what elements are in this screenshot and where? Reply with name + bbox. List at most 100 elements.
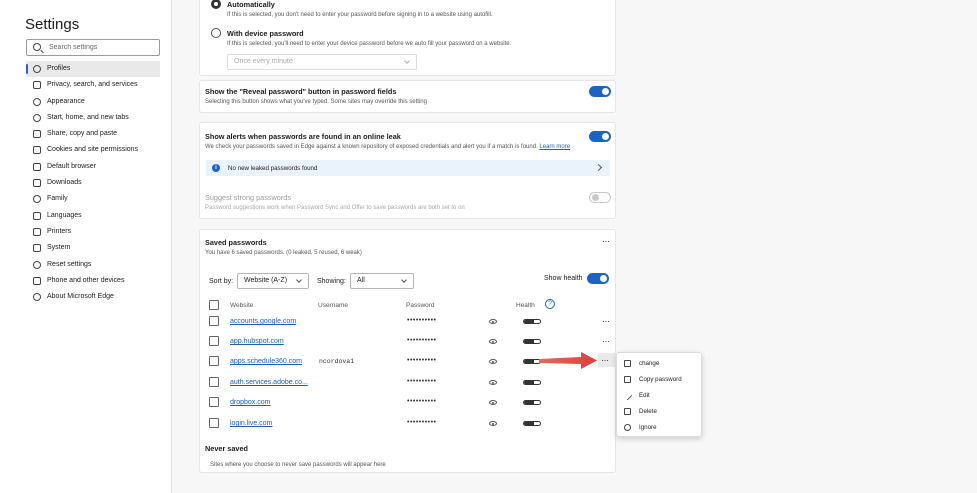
menu-item-copy-password[interactable]: Copy password xyxy=(617,372,703,388)
sidebar-item-family[interactable]: Family xyxy=(26,191,160,207)
sort-label: Sort by: xyxy=(209,278,234,285)
menu-item-label: change xyxy=(639,360,660,367)
site-link[interactable]: auth.services.adobe.co... xyxy=(230,379,308,386)
row-checkbox[interactable] xyxy=(209,336,219,346)
search-input[interactable] xyxy=(49,41,157,54)
auto-radio[interactable] xyxy=(211,0,221,9)
showing-select[interactable]: All xyxy=(350,273,414,289)
power-icon xyxy=(33,113,41,122)
block-icon xyxy=(624,424,631,431)
sidebar-item-label: Privacy, search, and services xyxy=(47,81,138,89)
device-label: With device password xyxy=(227,29,304,38)
show-password-icon[interactable] xyxy=(489,421,497,426)
health-indicator xyxy=(523,400,541,405)
copy-icon xyxy=(624,376,631,383)
row-more-icon[interactable]: ··· xyxy=(598,353,616,367)
show-password-icon[interactable] xyxy=(489,380,497,385)
row-checkbox[interactable] xyxy=(209,418,219,428)
chevron-right-icon xyxy=(594,163,603,172)
never-saved-title: Never saved xyxy=(205,444,249,453)
row-checkbox[interactable] xyxy=(209,316,219,326)
autofill-card: Automatically If this is selected, you d… xyxy=(199,0,616,76)
col-username: Username xyxy=(318,302,348,309)
sidebar-item-default-browser[interactable]: Default browser xyxy=(26,159,160,175)
showing-value: All xyxy=(357,277,365,284)
menu-item-change[interactable]: change xyxy=(617,356,703,372)
menu-item-ignore[interactable]: Ignore xyxy=(617,420,703,436)
sidebar-item-share-copy[interactable]: Share, copy and paste xyxy=(26,126,160,142)
site-link[interactable]: app.hubspot.com xyxy=(230,338,284,345)
site-link[interactable]: accounts.google.com xyxy=(230,318,296,325)
health-indicator xyxy=(523,319,541,324)
select-all-checkbox[interactable] xyxy=(209,300,219,310)
search-box[interactable] xyxy=(26,39,160,56)
sidebar-item-appearance[interactable]: Appearance xyxy=(26,94,160,110)
trash-icon xyxy=(624,408,631,415)
sidebar-item-system[interactable]: System xyxy=(26,240,160,256)
info-icon: i xyxy=(212,164,220,172)
learn-more-link[interactable]: Learn more xyxy=(539,144,570,150)
reveal-toggle[interactable] xyxy=(589,86,611,97)
show-password-icon[interactable] xyxy=(489,400,497,405)
suggest-desc: Password suggestions work when Password … xyxy=(205,205,465,211)
sidebar-item-reset[interactable]: Reset settings xyxy=(26,257,160,273)
sidebar-item-cookies[interactable]: Cookies and site permissions xyxy=(26,142,160,158)
sidebar-item-label: Cookies and site permissions xyxy=(47,146,139,154)
show-password-icon[interactable] xyxy=(489,359,497,364)
site-link[interactable]: dropbox.com xyxy=(230,399,270,406)
sidebar-item-printers[interactable]: Printers xyxy=(26,224,160,240)
saved-more-icon[interactable]: ··· xyxy=(602,237,610,246)
sidebar-item-about[interactable]: About Microsoft Edge xyxy=(26,289,160,305)
reveal-title: Show the "Reveal password" button in pas… xyxy=(205,87,397,96)
sort-value: Website (A-Z) xyxy=(244,277,288,284)
password-context-menu: change Copy password Edit Delete Ignore xyxy=(616,352,702,437)
suggest-toggle xyxy=(589,192,611,203)
show-password-icon[interactable] xyxy=(489,319,497,324)
menu-item-delete[interactable]: Delete xyxy=(617,404,703,420)
sidebar-item-label: Printers xyxy=(47,227,72,235)
row-checkbox[interactable] xyxy=(209,356,219,366)
download-icon xyxy=(33,179,41,188)
show-password-icon[interactable] xyxy=(489,339,497,344)
row-more-icon[interactable]: ··· xyxy=(602,317,610,326)
row-password: •••••••••• xyxy=(407,357,437,364)
site-link[interactable]: login.live.com xyxy=(230,420,272,427)
row-checkbox[interactable] xyxy=(209,397,219,407)
col-health: Health xyxy=(516,302,535,309)
show-health-toggle[interactable] xyxy=(587,273,609,284)
row-checkbox[interactable] xyxy=(209,377,219,387)
sidebar-item-label: Languages xyxy=(47,211,82,219)
site-link[interactable]: apps.schedule360.com xyxy=(230,358,302,365)
device-radio[interactable] xyxy=(211,28,221,38)
alerts-toggle[interactable] xyxy=(589,131,611,142)
sort-select[interactable]: Website (A-Z) xyxy=(237,273,309,289)
never-saved-desc: Sites where you choose to never save pas… xyxy=(210,462,386,468)
auto-desc: If this is selected, you don't need to e… xyxy=(227,12,493,18)
row-password: •••••••••• xyxy=(407,337,437,344)
browser-icon xyxy=(33,162,41,171)
sidebar-item-label: Appearance xyxy=(47,97,85,105)
lock-icon xyxy=(33,81,41,90)
reset-icon xyxy=(33,260,41,269)
cookie-icon xyxy=(33,146,41,155)
edge-icon xyxy=(33,293,41,302)
sidebar-item-privacy[interactable]: Privacy, search, and services xyxy=(26,77,160,93)
sidebar-item-label: Reset settings xyxy=(47,260,92,268)
sidebar-item-languages[interactable]: Languages xyxy=(26,208,160,224)
row-more-icon[interactable]: ··· xyxy=(602,337,610,346)
sidebar-item-phone[interactable]: Phone and other devices xyxy=(26,273,160,289)
leak-info-bar[interactable]: i No new leaked passwords found xyxy=(206,160,610,176)
menu-item-label: Edit xyxy=(639,392,650,399)
menu-item-edit[interactable]: Edit xyxy=(617,388,703,404)
reveal-card: Show the "Reveal password" button in pas… xyxy=(199,80,616,113)
chevron-down-icon xyxy=(296,277,302,283)
sidebar-item-downloads[interactable]: Downloads xyxy=(26,175,160,191)
settings-sidebar: Settings Profiles Privacy, search, and s… xyxy=(0,0,172,493)
health-help-icon[interactable]: ? xyxy=(545,299,555,309)
sidebar-item-profiles[interactable]: Profiles xyxy=(26,61,160,78)
health-indicator xyxy=(523,421,541,426)
sidebar-item-start-home[interactable]: Start, home, and new tabs xyxy=(26,110,160,126)
saved-summary: You have 6 saved passwords. (0 leaked, 5… xyxy=(205,250,362,256)
printer-icon xyxy=(33,227,41,236)
col-website: Website xyxy=(230,302,254,309)
